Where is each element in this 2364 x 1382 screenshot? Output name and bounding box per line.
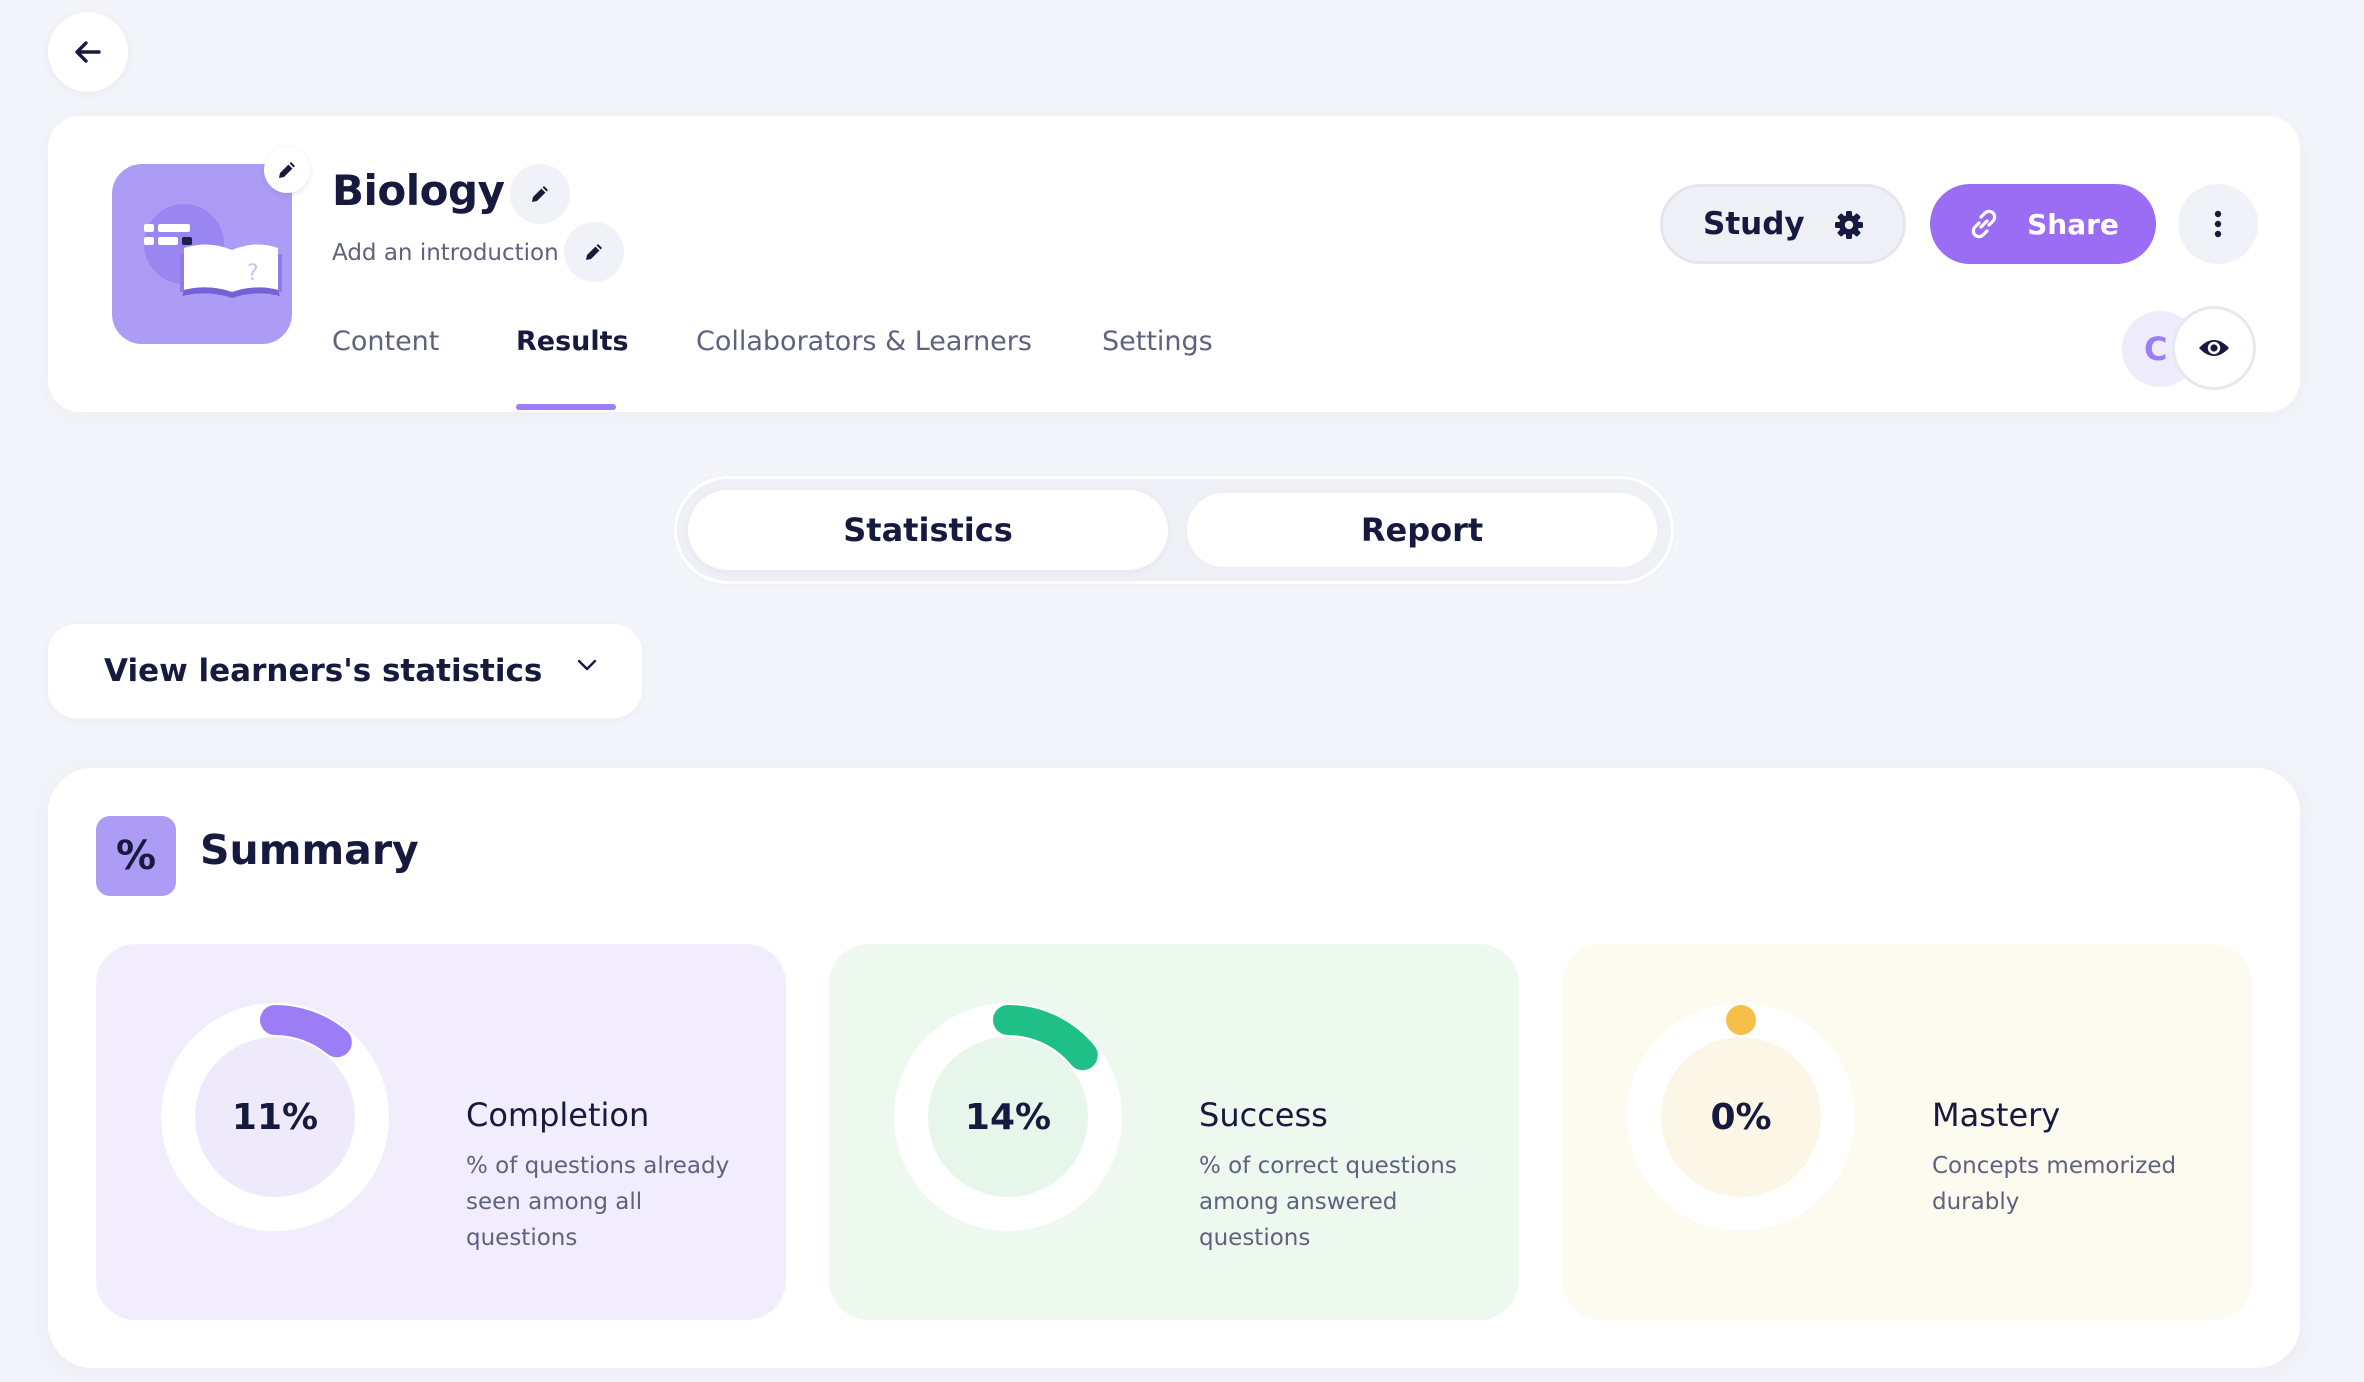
learners-dropdown-label: View learners's statistics bbox=[104, 653, 543, 689]
gear-icon[interactable] bbox=[1833, 209, 1865, 241]
summary-title: Summary bbox=[200, 826, 419, 874]
tab-settings[interactable]: Settings bbox=[1102, 326, 1213, 357]
arrow-left-icon bbox=[75, 41, 101, 63]
book-icon: ? bbox=[144, 204, 282, 298]
tab-results[interactable]: Results bbox=[516, 326, 629, 357]
statistics-toggle[interactable]: Statistics bbox=[688, 490, 1168, 570]
edit-title-button[interactable] bbox=[510, 164, 570, 224]
summary-card: % Summary 11% Completion % of questions … bbox=[48, 768, 2300, 1368]
tab-collaborators-learners[interactable]: Collaborators & Learners bbox=[696, 326, 1032, 357]
percent-icon: % bbox=[96, 816, 176, 896]
svg-text:?: ? bbox=[247, 261, 259, 286]
share-label: Share bbox=[2027, 207, 2119, 241]
study-button[interactable]: Study bbox=[1660, 184, 1906, 264]
success-label: Success bbox=[1199, 1096, 1328, 1134]
edit-icon-button[interactable] bbox=[264, 147, 310, 193]
pencil-icon bbox=[586, 244, 602, 260]
tab-content[interactable]: Content bbox=[332, 326, 439, 357]
success-stat-card: 14% Success % of correct questions among… bbox=[829, 944, 1519, 1320]
success-value: 14% bbox=[964, 1096, 1052, 1138]
completion-description: % of questions already seen among all qu… bbox=[466, 1153, 730, 1251]
preview-button[interactable] bbox=[2172, 306, 2256, 390]
completion-value: 11% bbox=[231, 1096, 319, 1138]
mastery-stat-card: 0% Mastery Concepts memorized durably bbox=[1562, 944, 2252, 1320]
more-vertical-icon bbox=[2214, 210, 2222, 238]
more-options-button[interactable] bbox=[2178, 184, 2258, 264]
view-switch: Statistics Report bbox=[674, 476, 1674, 584]
mastery-value: 0% bbox=[1710, 1096, 1772, 1138]
mastery-description: Concepts memorized durably bbox=[1932, 1153, 2177, 1215]
course-title: Biology bbox=[332, 166, 505, 215]
completion-stat-card: 11% Completion % of questions already se… bbox=[96, 944, 786, 1320]
active-tab-indicator bbox=[516, 404, 616, 410]
chevron-down-icon bbox=[577, 659, 597, 671]
study-label: Study bbox=[1703, 206, 1805, 242]
link-icon bbox=[1971, 209, 1997, 239]
course-icon[interactable]: ? bbox=[112, 164, 292, 344]
course-introduction[interactable]: Add an introduction bbox=[332, 240, 559, 266]
mastery-label: Mastery bbox=[1932, 1096, 2061, 1134]
pencil-icon bbox=[279, 162, 295, 178]
learners-statistics-dropdown[interactable]: View learners's statistics bbox=[48, 624, 642, 718]
course-header-card: ? Biology Add an introduction Content Re… bbox=[48, 116, 2300, 412]
back-button[interactable] bbox=[48, 12, 128, 92]
eye-icon bbox=[2199, 340, 2229, 356]
pencil-icon bbox=[532, 186, 548, 202]
completion-label: Completion bbox=[466, 1096, 650, 1134]
edit-introduction-button[interactable] bbox=[564, 222, 624, 282]
share-button[interactable]: Share bbox=[1930, 184, 2156, 264]
success-description: % of correct questions among answered qu… bbox=[1199, 1153, 1457, 1251]
report-toggle[interactable]: Report bbox=[1184, 490, 1660, 570]
